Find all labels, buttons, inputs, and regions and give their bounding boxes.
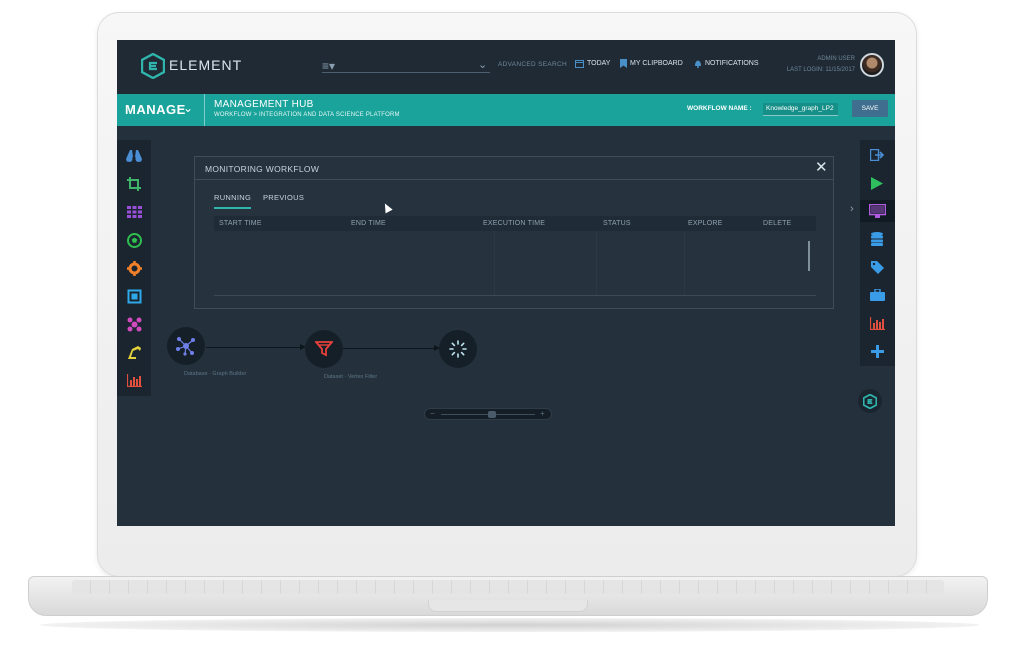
filter-icon [315, 341, 333, 357]
robot-arm-icon[interactable] [122, 341, 146, 363]
divider [204, 94, 205, 126]
zoom-slider[interactable]: − + [424, 408, 552, 420]
element-logo-icon[interactable] [141, 53, 165, 79]
today-label: TODAY [587, 60, 611, 67]
section-menu[interactable]: MANAGE [125, 102, 186, 117]
column-divider [596, 231, 597, 295]
dialog-title: MONITORING WORKFLOW [205, 164, 320, 174]
right-toolbar [860, 140, 895, 366]
calendar-icon [575, 60, 584, 68]
zoom-in-icon[interactable]: + [540, 409, 545, 419]
column-delete[interactable]: DELETE [763, 220, 791, 227]
save-button[interactable]: SAVE [852, 100, 888, 117]
column-execution-time[interactable]: EXECUTION TIME [483, 220, 545, 227]
column-end-time[interactable]: END TIME [351, 220, 386, 227]
last-login: LAST LOGIN: 11/15/2017 [786, 67, 855, 73]
active-tab-indicator [214, 207, 251, 209]
breadcrumb[interactable]: WORKFLOW > INTEGRATION AND DATA SCIENCE … [214, 112, 400, 118]
panel-collapse-chevron-icon[interactable]: › [850, 203, 854, 215]
column-start-time[interactable]: START TIME [219, 220, 262, 227]
soccer-ball-icon[interactable] [122, 229, 146, 251]
export-icon[interactable] [865, 144, 889, 166]
bookmark-icon [620, 59, 627, 68]
top-navigation-bar: ELEMENT ≡▾ ⌄ ADVANCED SEARCH TODAY MY CL… [117, 40, 895, 94]
advanced-search-link[interactable]: ADVANCED SEARCH [498, 61, 567, 68]
table-body [214, 231, 816, 295]
gear-icon[interactable] [122, 257, 146, 279]
crop-icon[interactable] [122, 173, 146, 195]
table-scrollbar[interactable] [808, 241, 810, 271]
workflow-node-graph-builder[interactable] [167, 327, 205, 365]
workflow-node-vertex-filter[interactable] [305, 330, 343, 368]
app-screen: ELEMENT ≡▾ ⌄ ADVANCED SEARCH TODAY MY CL… [117, 40, 895, 526]
table-header: START TIME END TIME EXECUTION TIME STATU… [214, 216, 816, 231]
laptop-mockup: ELEMENT ≡▾ ⌄ ADVANCED SEARCH TODAY MY CL… [0, 0, 1024, 647]
database-icon[interactable] [865, 228, 889, 250]
column-divider [494, 231, 495, 295]
page-title: MANAGEMENT HUB [214, 99, 314, 110]
briefcase-icon[interactable] [865, 284, 889, 306]
dialog-header: MONITORING WORKFLOW ✕ [195, 157, 833, 180]
laptop-shadow [40, 618, 980, 632]
workflow-name-field[interactable]: Knowledge_graph_LP2 [763, 103, 838, 116]
close-icon[interactable]: ✕ [815, 160, 828, 175]
clipboard-label: MY CLIPBOARD [630, 60, 683, 67]
frame-icon[interactable] [122, 285, 146, 307]
tag-icon[interactable] [865, 256, 889, 278]
today-link[interactable]: TODAY [575, 59, 610, 68]
hamburger-menu-icon[interactable]: ≡▾ [322, 59, 338, 73]
workflow-node-processing[interactable] [439, 330, 477, 368]
notifications-link[interactable]: NOTIFICATIONS [694, 59, 759, 68]
left-toolbar [117, 140, 151, 396]
binoculars-icon[interactable] [122, 145, 146, 167]
user-name[interactable]: ADMIN USER [813, 56, 855, 62]
monitor-icon[interactable] [860, 200, 895, 222]
column-divider [684, 231, 685, 295]
bar-chart-icon[interactable] [865, 312, 889, 334]
zoom-out-icon[interactable]: − [430, 409, 435, 419]
molecule-icon[interactable] [122, 313, 146, 335]
play-icon[interactable] [865, 172, 889, 194]
search-input[interactable] [322, 72, 490, 73]
chevron-down-icon[interactable]: ⌄ [183, 101, 193, 115]
app-logo-text[interactable]: ELEMENT [169, 57, 242, 73]
zoom-handle[interactable] [488, 411, 496, 418]
clipboard-link[interactable]: MY CLIPBOARD [620, 59, 683, 68]
avatar[interactable] [860, 53, 884, 77]
spinner-icon [449, 340, 467, 358]
plus-icon[interactable] [865, 340, 889, 362]
notifications-label: NOTIFICATIONS [705, 60, 759, 67]
tab-running[interactable]: RUNNING [214, 193, 251, 202]
node-label: Database · Graph Builder [184, 371, 247, 377]
table-bottom-border [214, 295, 816, 296]
chevron-down-icon[interactable]: ⌄ [478, 58, 487, 71]
laptop-trackpad-notch [428, 600, 588, 612]
column-explore[interactable]: EXPLORE [688, 220, 722, 227]
management-header: MANAGE ⌄ MANAGEMENT HUB WORKFLOW > INTEG… [117, 94, 895, 126]
bell-icon [695, 60, 701, 68]
network-icon [176, 337, 195, 356]
workflow-edge [343, 348, 438, 349]
laptop-keyboard [72, 580, 944, 594]
monitoring-workflow-dialog: MONITORING WORKFLOW ✕ RUNNING PREVIOUS S… [194, 156, 834, 309]
workflow-edge [206, 347, 304, 348]
element-logo-icon[interactable] [858, 389, 882, 413]
tab-previous[interactable]: PREVIOUS [263, 193, 304, 202]
bar-chart-icon[interactable] [122, 369, 146, 391]
grid-icon[interactable] [122, 201, 146, 223]
node-label: Dataset · Vertex Filter [324, 374, 378, 380]
workflow-name-label: WORKFLOW NAME : [687, 105, 752, 112]
column-status[interactable]: STATUS [603, 220, 631, 227]
